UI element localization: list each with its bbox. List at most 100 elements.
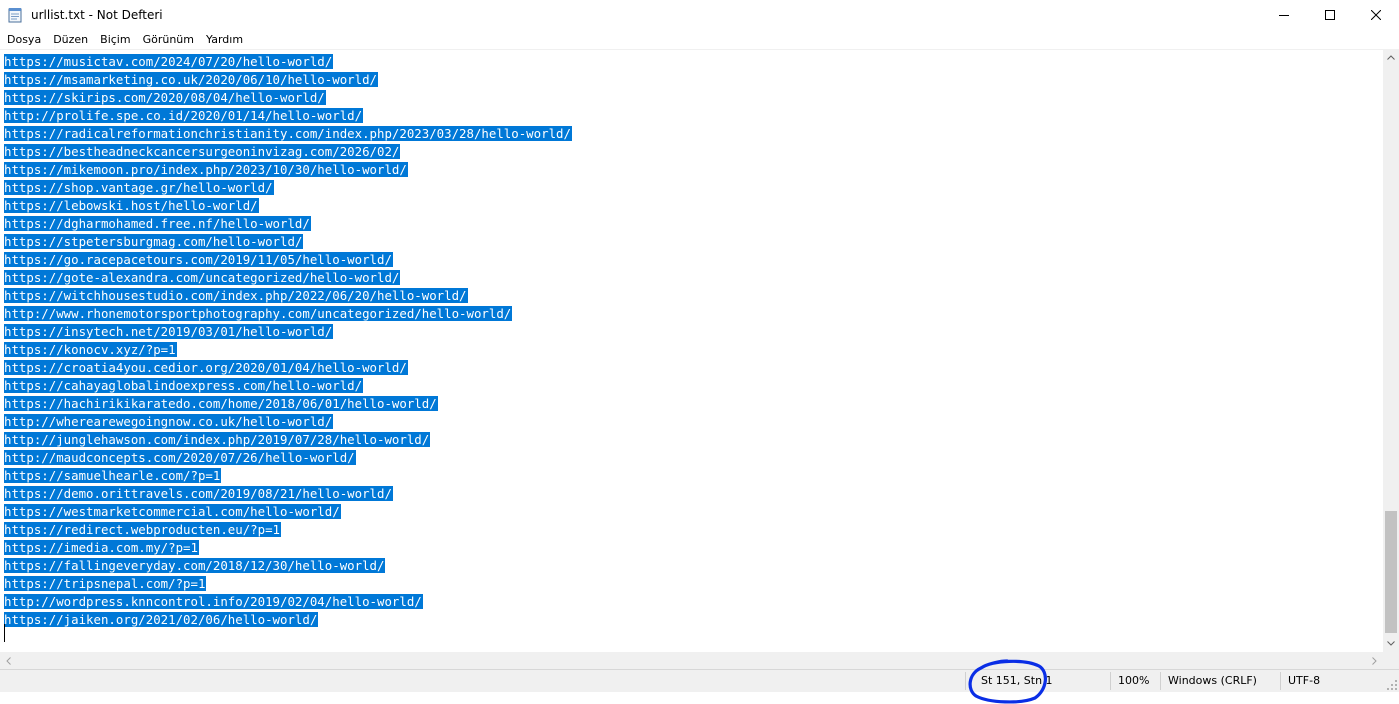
text-line[interactable]: http://wherearewegoingnow.co.uk/hello-wo… (4, 413, 572, 431)
menu-format[interactable]: Biçim (94, 30, 136, 49)
selected-text: https://insytech.net/2019/03/01/hello-wo… (4, 324, 334, 339)
status-separator (1160, 672, 1161, 690)
text-line[interactable]: https://musictav.com/2024/07/20/hello-wo… (4, 53, 572, 71)
window-bottom-edge (0, 692, 1399, 704)
selected-text: https://witchhousestudio.com/index.php/2… (4, 288, 468, 303)
chevron-up-icon (1387, 55, 1395, 60)
selected-text: https://demo.orittravels.com/2019/08/21/… (4, 486, 393, 501)
text-line[interactable]: https://bestheadneckcancersurgeoninvizag… (4, 143, 572, 161)
scroll-down-button[interactable] (1383, 635, 1399, 652)
selected-text: https://samuelhearle.com/?p=1 (4, 468, 222, 483)
title-bar: urllist.txt - Not Defteri (0, 0, 1399, 30)
maximize-button[interactable] (1307, 0, 1353, 30)
text-line[interactable]: https://mikemoon.pro/index.php/2023/10/3… (4, 161, 572, 179)
text-line[interactable]: https://witchhousestudio.com/index.php/2… (4, 287, 572, 305)
scroll-left-button[interactable] (0, 652, 17, 669)
text-line[interactable]: https://imedia.com.my/?p=1 (4, 539, 572, 557)
text-line[interactable]: https://lebowski.host/hello-world/ (4, 197, 572, 215)
selected-text: https://redirect.webproducten.eu/?p=1 (4, 522, 282, 537)
vertical-scroll-thumb[interactable] (1385, 511, 1397, 633)
selected-text: http://maudconcepts.com/2020/07/26/hello… (4, 450, 356, 465)
selected-text: http://junglehawson.com/index.php/2019/0… (4, 432, 431, 447)
selected-text: http://prolife.spe.co.id/2020/01/14/hell… (4, 108, 364, 123)
scroll-up-button[interactable] (1383, 49, 1399, 66)
text-line[interactable]: https://westmarketcommercial.com/hello-w… (4, 503, 572, 521)
window-title: urllist.txt - Not Defteri (31, 8, 163, 22)
text-line[interactable]: https://samuelhearle.com/?p=1 (4, 467, 572, 485)
encoding: UTF-8 (1288, 674, 1321, 687)
text-line[interactable]: https://radicalreformationchristianity.c… (4, 125, 572, 143)
chevron-down-icon (1387, 641, 1395, 646)
text-line[interactable]: https://cahayaglobalindoexpress.com/hell… (4, 377, 572, 395)
status-separator (1110, 672, 1111, 690)
text-line[interactable]: https://shop.vantage.gr/hello-world/ (4, 179, 572, 197)
text-line[interactable]: http://wordpress.knncontrol.info/2019/02… (4, 593, 572, 611)
status-separator (965, 672, 966, 690)
scrollbar-corner (1383, 652, 1399, 669)
selected-text: https://bestheadneckcancersurgeoninvizag… (4, 144, 401, 159)
text-line[interactable]: http://maudconcepts.com/2020/07/26/hello… (4, 449, 572, 467)
text-line[interactable]: http://junglehawson.com/index.php/2019/0… (4, 431, 572, 449)
selected-text: https://westmarketcommercial.com/hello-w… (4, 504, 341, 519)
chevron-left-icon (6, 656, 11, 665)
line-ending: Windows (CRLF) (1168, 674, 1257, 687)
horizontal-scrollbar[interactable] (0, 652, 1383, 669)
text-lines: https://musictav.com/2024/07/20/hello-wo… (4, 53, 572, 629)
selected-text: https://cahayaglobalindoexpress.com/hell… (4, 378, 364, 393)
vertical-scrollbar[interactable] (1383, 49, 1399, 652)
text-line[interactable]: https://stpetersburgmag.com/hello-world/ (4, 233, 572, 251)
selected-text: http://www.rhonemotorsportphotography.co… (4, 306, 513, 321)
text-line[interactable]: http://prolife.spe.co.id/2020/01/14/hell… (4, 107, 572, 125)
text-line[interactable]: https://croatia4you.cedior.org/2020/01/0… (4, 359, 572, 377)
menu-file[interactable]: Dosya (0, 30, 47, 49)
selected-text: https://shop.vantage.gr/hello-world/ (4, 180, 274, 195)
text-line[interactable]: https://gote-alexandra.com/uncategorized… (4, 269, 572, 287)
text-line[interactable]: http://www.rhonemotorsportphotography.co… (4, 305, 572, 323)
text-line[interactable]: https://dgharmohamed.free.nf/hello-world… (4, 215, 572, 233)
selected-text: https://croatia4you.cedior.org/2020/01/0… (4, 360, 408, 375)
menu-bar: Dosya Düzen Biçim Görünüm Yardım (0, 30, 1399, 49)
selected-text: https://mikemoon.pro/index.php/2023/10/3… (4, 162, 408, 177)
selected-text: https://stpetersburgmag.com/hello-world/ (4, 234, 304, 249)
text-line[interactable]: https://redirect.webproducten.eu/?p=1 (4, 521, 572, 539)
selected-text: https://lebowski.host/hello-world/ (4, 198, 259, 213)
text-line[interactable]: https://hachirikikaratedo.com/home/2018/… (4, 395, 572, 413)
cursor-position: St 151, Stn 1 (981, 674, 1053, 687)
selected-text: https://go.racepacetours.com/2019/11/05/… (4, 252, 393, 267)
maximize-icon (1325, 10, 1335, 20)
selected-text: http://wordpress.knncontrol.info/2019/02… (4, 594, 423, 609)
minimize-button[interactable] (1261, 0, 1307, 30)
scroll-right-button[interactable] (1366, 652, 1383, 669)
text-line[interactable]: https://msamarketing.co.uk/2020/06/10/he… (4, 71, 572, 89)
chevron-right-icon (1372, 656, 1377, 665)
text-line[interactable]: https://insytech.net/2019/03/01/hello-wo… (4, 323, 572, 341)
window-controls (1261, 0, 1399, 30)
text-line[interactable]: https://tripsnepal.com/?p=1 (4, 575, 572, 593)
selected-text: https://gote-alexandra.com/uncategorized… (4, 270, 401, 285)
selected-text: https://konocv.xyz/?p=1 (4, 342, 177, 357)
selected-text: http://wherearewegoingnow.co.uk/hello-wo… (4, 414, 334, 429)
selected-text: https://hachirikikaratedo.com/home/2018/… (4, 396, 438, 411)
zoom-level: 100% (1118, 674, 1150, 687)
menu-view[interactable]: Görünüm (137, 30, 200, 49)
minimize-icon (1279, 15, 1289, 16)
menu-help[interactable]: Yardım (200, 30, 249, 49)
status-bar: St 151, Stn 1 100% Windows (CRLF) UTF-8 (0, 669, 1399, 692)
text-line[interactable]: https://skirips.com/2020/08/04/hello-wor… (4, 89, 572, 107)
notepad-icon (8, 7, 22, 23)
text-line[interactable]: https://konocv.xyz/?p=1 (4, 341, 572, 359)
selected-text: https://msamarketing.co.uk/2020/06/10/he… (4, 72, 378, 87)
menu-edit[interactable]: Düzen (47, 30, 94, 49)
selected-text: https://musictav.com/2024/07/20/hello-wo… (4, 54, 334, 69)
selected-text: https://fallingeveryday.com/2018/12/30/h… (4, 558, 386, 573)
selected-text: https://dgharmohamed.free.nf/hello-world… (4, 216, 311, 231)
text-line[interactable]: https://jaiken.org/2021/02/06/hello-worl… (4, 611, 572, 629)
close-button[interactable] (1353, 0, 1399, 30)
selected-text: https://skirips.com/2020/08/04/hello-wor… (4, 90, 326, 105)
selected-text: https://jaiken.org/2021/02/06/hello-worl… (4, 612, 319, 627)
text-line[interactable]: https://fallingeveryday.com/2018/12/30/h… (4, 557, 572, 575)
text-line[interactable]: https://go.racepacetours.com/2019/11/05/… (4, 251, 572, 269)
text-editor[interactable]: https://musictav.com/2024/07/20/hello-wo… (0, 49, 1383, 653)
resize-grip-icon[interactable] (1387, 680, 1397, 690)
text-line[interactable]: https://demo.orittravels.com/2019/08/21/… (4, 485, 572, 503)
